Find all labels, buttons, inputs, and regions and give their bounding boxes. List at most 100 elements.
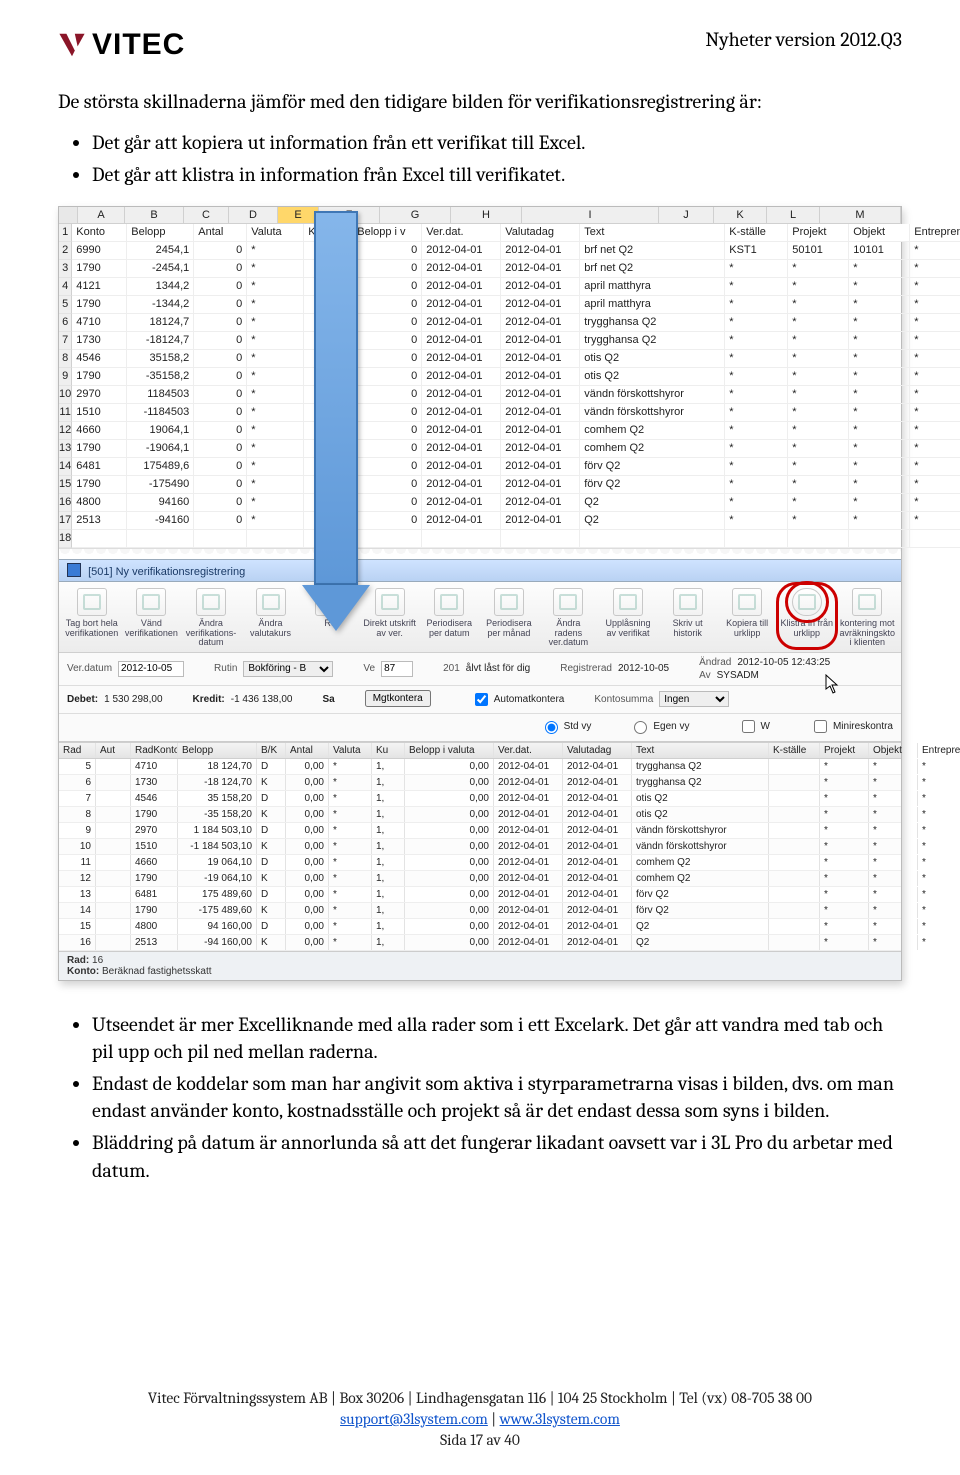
grid-col-header[interactable]: Ku — [372, 743, 405, 758]
excel-col-header[interactable]: A — [78, 207, 125, 223]
grid-row[interactable]: 929701 184 503,10D0,00*1,0,002012-04-012… — [59, 823, 901, 839]
app-grid[interactable]: RadAutRadKontoBeloppB/KAntalValutaKuBelo… — [59, 742, 901, 951]
grid-col-header[interactable]: Ver.dat. — [494, 743, 563, 758]
view-egen-radio[interactable]: Egen vy — [629, 718, 689, 734]
excel-row[interactable]: 4800941600*102012-04-012012-04-01Q2**** — [72, 494, 960, 512]
excel-row[interactable]: 454635158,20*102012-04-012012-04-01otis … — [72, 350, 960, 368]
verdatum-field[interactable] — [118, 661, 184, 677]
excel-row-headers[interactable]: 123456789101112131415161718 — [59, 224, 72, 548]
grid-row[interactable]: 81790-35 158,20K0,00*1,0,002012-04-01201… — [59, 807, 901, 823]
excel-row[interactable]: 1790-1754900*102012-04-012012-04-01förv … — [72, 476, 960, 494]
toolbar-btn-remove-all[interactable]: Tag bort hela verifikationen — [65, 588, 119, 647]
excel-grid[interactable]: KontoBeloppAntalValutaKursBelopp i vVer.… — [72, 224, 960, 548]
grid-col-header[interactable]: Belopp — [178, 743, 257, 758]
excel-col-header[interactable]: M — [820, 207, 901, 223]
toolbar-btn-period-month[interactable]: Periodisera per månad — [482, 588, 536, 647]
grid-row[interactable]: 136481175 489,60D0,00*1,0,002012-04-0120… — [59, 887, 901, 903]
view-minireskontra-check[interactable]: Minireskontra — [810, 717, 893, 736]
toolbar-btn-change-date[interactable]: Ändra verifikations-datum — [184, 588, 238, 647]
excel-col-header[interactable]: F — [319, 207, 380, 223]
toolbar-btn-label: Tag bort hela verifikationen — [65, 619, 119, 638]
grid-col-header[interactable]: Rad — [59, 743, 96, 758]
grid-col-header[interactable]: Aut — [96, 743, 131, 758]
sa-label: Sa — [322, 694, 334, 705]
app-titlebar[interactable]: [501] Ny verifikationsregistrering — [59, 559, 901, 582]
excel-col-header[interactable]: B — [125, 207, 184, 223]
toolbar-btn-copy-clip[interactable]: Kopiera till urklipp — [720, 588, 774, 647]
excel-row[interactable]: 6481175489,60*102012-04-012012-04-01förv… — [72, 458, 960, 476]
grid-col-header[interactable]: Objekt — [869, 743, 918, 758]
toolbar-btn-change-curr[interactable]: Ändra valutakurs — [244, 588, 298, 647]
excel-col-header[interactable]: G — [380, 207, 451, 223]
excel-row[interactable]: 1510-11845030*102012-04-012012-04-01vänd… — [72, 404, 960, 422]
excel-row[interactable]: 69902454,10*102012-04-012012-04-01brf ne… — [72, 242, 960, 260]
grid-row[interactable]: 162513-94 160,00K0,00*1,0,002012-04-0120… — [59, 935, 901, 951]
grid-row[interactable]: 11466019 064,10D0,00*1,0,002012-04-01201… — [59, 855, 901, 871]
grid-col-header[interactable]: Antal — [286, 743, 329, 758]
grid-row[interactable]: 121790-19 064,10K0,00*1,0,002012-04-0120… — [59, 871, 901, 887]
toolbar-btn-kontering[interactable]: kontering mot avräkningskto i klienten — [840, 588, 896, 647]
grid-row[interactable]: 5471018 124,70D0,00*1,0,002012-04-012012… — [59, 759, 901, 775]
grid-row[interactable]: 15480094 160,00D0,00*1,0,002012-04-01201… — [59, 919, 901, 935]
status-rad-value: 16 — [92, 955, 103, 966]
grid-col-header[interactable]: Text — [632, 743, 769, 758]
toolbar-btn-re[interactable]: Re — [303, 588, 357, 647]
excel-row[interactable]: 1790-1344,20*102012-04-012012-04-01april… — [72, 296, 960, 314]
ve-field[interactable] — [381, 661, 413, 677]
excel-col-header[interactable]: D — [229, 207, 278, 223]
toolbar-btn-reverse[interactable]: Vänd verifikationen — [125, 588, 179, 647]
toolbar-btn-period-date[interactable]: Periodisera per datum — [422, 588, 476, 647]
excel-row[interactable]: 466019064,10*102012-04-012012-04-01comhe… — [72, 422, 960, 440]
grid-row[interactable]: 7454635 158,20D0,00*1,0,002012-04-012012… — [59, 791, 901, 807]
excel-col-header[interactable]: J — [659, 207, 714, 223]
excel-col-header[interactable]: H — [451, 207, 522, 223]
view-std-radio[interactable]: Std vy — [540, 718, 592, 734]
excel-row[interactable]: 1790-35158,20*102012-04-012012-04-01otis… — [72, 368, 960, 386]
autokontera-input[interactable] — [475, 693, 488, 706]
footer-site-link[interactable]: www.3lsystem.com — [500, 1410, 620, 1428]
excel-column-headers[interactable]: ABCDEFGHIJKLM — [59, 207, 901, 224]
rutin-select[interactable]: Bokföring - B — [243, 661, 333, 677]
list-item: Utseendet är mer Excelliknande med alla … — [92, 1011, 902, 1066]
grid-body[interactable]: 5471018 124,70D0,00*1,0,002012-04-012012… — [59, 759, 901, 951]
autokontera-checkbox[interactable]: Automatkontera — [471, 690, 565, 709]
grid-row[interactable]: 101510-1 184 503,10K0,00*1,0,002012-04-0… — [59, 839, 901, 855]
status-rad-label: Rad: — [67, 955, 89, 966]
excel-row[interactable] — [72, 530, 960, 548]
excel-col-header[interactable]: L — [767, 207, 820, 223]
toolbar-btn-unlock[interactable]: Upplåsning av verifikat — [601, 588, 655, 647]
excel-col-header[interactable]: C — [184, 207, 229, 223]
grid-col-header[interactable]: Entreprenad — [918, 743, 960, 758]
excel-col-header[interactable]: E — [278, 207, 319, 223]
excel-row[interactable]: 1730-18124,70*102012-04-012012-04-01tryg… — [72, 332, 960, 350]
excel-row[interactable]: 1790-19064,10*102012-04-012012-04-01comh… — [72, 440, 960, 458]
grid-col-header[interactable]: RadKonto — [131, 743, 178, 758]
grid-col-header[interactable]: Valuta — [329, 743, 372, 758]
grid-col-header[interactable]: K-ställe — [769, 743, 820, 758]
toolbar-btn-change-rows[interactable]: Ändra radens ver.datum — [542, 588, 596, 647]
excel-row[interactable]: 471018124,70*102012-04-012012-04-01trygg… — [72, 314, 960, 332]
footer-sep: | — [491, 1410, 499, 1428]
excel-row[interactable]: 2513-941600*102012-04-012012-04-01Q2**** — [72, 512, 960, 530]
grid-col-header[interactable]: Projekt — [820, 743, 869, 758]
excel-row[interactable]: 1790-2454,10*102012-04-012012-04-01brf n… — [72, 260, 960, 278]
excel-row[interactable]: 41211344,20*102012-04-012012-04-01april … — [72, 278, 960, 296]
change-rows-icon — [553, 588, 583, 616]
grid-row[interactable]: 141790-175 489,60K0,00*1,0,002012-04-012… — [59, 903, 901, 919]
grid-row[interactable]: 61730-18 124,70K0,00*1,0,002012-04-01201… — [59, 775, 901, 791]
mgtkontera-button[interactable]: Mgtkontera — [365, 690, 431, 707]
toolbar-btn-direct-print[interactable]: Direkt utskrift av ver. — [363, 588, 417, 647]
kontosumma-select[interactable]: Ingen — [659, 691, 729, 707]
view-w-check[interactable]: W — [738, 717, 770, 736]
excel-col-header[interactable]: I — [522, 207, 659, 223]
toolbar-btn-paste-clip[interactable]: Klistra in från urklipp — [780, 588, 834, 647]
excel-row[interactable]: 297011845030*102012-04-012012-04-01vändn… — [72, 386, 960, 404]
grid-col-header[interactable]: Belopp i valuta — [405, 743, 494, 758]
app-title: [501] Ny verifikationsregistrering — [88, 566, 245, 578]
footer-email-link[interactable]: support@3lsystem.com — [340, 1410, 488, 1428]
grid-col-header[interactable]: Valutadag — [563, 743, 632, 758]
toolbar-btn-print-hist[interactable]: Skriv ut historik — [661, 588, 715, 647]
grid-col-header[interactable]: B/K — [257, 743, 286, 758]
list-item: Endast de koddelar som man har angivit s… — [92, 1070, 902, 1125]
excel-col-header[interactable]: K — [714, 207, 767, 223]
